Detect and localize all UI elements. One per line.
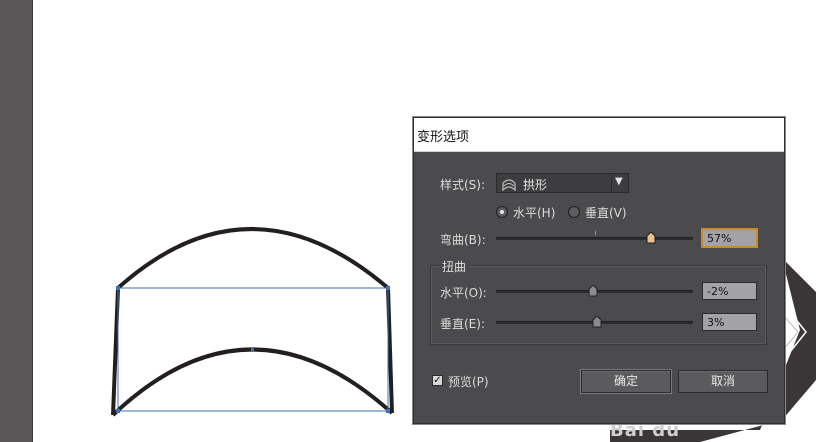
radio-vertical-label[interactable]: 垂直(V) <box>585 204 627 221</box>
selection-bounding-box[interactable] <box>116 286 390 413</box>
distort-horizontal-slider-thumb[interactable] <box>588 285 598 297</box>
preview-label[interactable]: 预览(P) <box>448 373 489 390</box>
arc-icon <box>502 179 516 191</box>
warped-arc-shape[interactable] <box>111 227 394 417</box>
bend-slider-track[interactable] <box>496 237 693 240</box>
style-dropdown-value: 拱形 <box>523 178 548 192</box>
dialog-title: 变形选项 <box>417 130 470 145</box>
radio-horizontal-label[interactable]: 水平(H) <box>513 204 555 221</box>
radio-vertical[interactable] <box>568 206 580 218</box>
radio-horizontal[interactable] <box>496 206 508 218</box>
bend-value-field[interactable]: 57% <box>702 229 757 247</box>
ok-button[interactable]: 确定 <box>581 370 671 393</box>
distortion-group <box>430 265 767 345</box>
style-label: 样式(S): <box>440 178 486 192</box>
distort-vertical-label: 垂直(E): <box>440 317 485 331</box>
dropdown-separator <box>611 175 612 191</box>
preview-checkbox[interactable]: ✓ <box>432 375 443 386</box>
distort-horizontal-value-field[interactable]: -2% <box>702 282 757 300</box>
cancel-button[interactable]: 取消 <box>678 370 768 393</box>
distortion-group-label: 扭曲 <box>440 258 469 275</box>
distort-vertical-value-field[interactable]: 3% <box>702 313 757 331</box>
distort-vertical-slider-thumb[interactable] <box>592 316 602 328</box>
distort-horizontal-label: 水平(O): <box>440 286 487 300</box>
bend-label: 弯曲(B): <box>440 233 486 247</box>
dialog-titlebar[interactable]: 变形选项 <box>414 118 784 152</box>
radio-selected-dot <box>500 210 504 214</box>
style-dropdown[interactable]: 拱形 ▼ <box>496 173 629 193</box>
bend-slider-center-tick <box>595 231 596 235</box>
chevron-down-icon: ▼ <box>615 176 623 187</box>
warp-options-dialog: 变形选项 样式(S): 拱形 ▼ 水平(H) 垂直(V) 弯曲(B): 57% … <box>413 117 785 424</box>
bend-slider-thumb[interactable] <box>646 232 656 244</box>
